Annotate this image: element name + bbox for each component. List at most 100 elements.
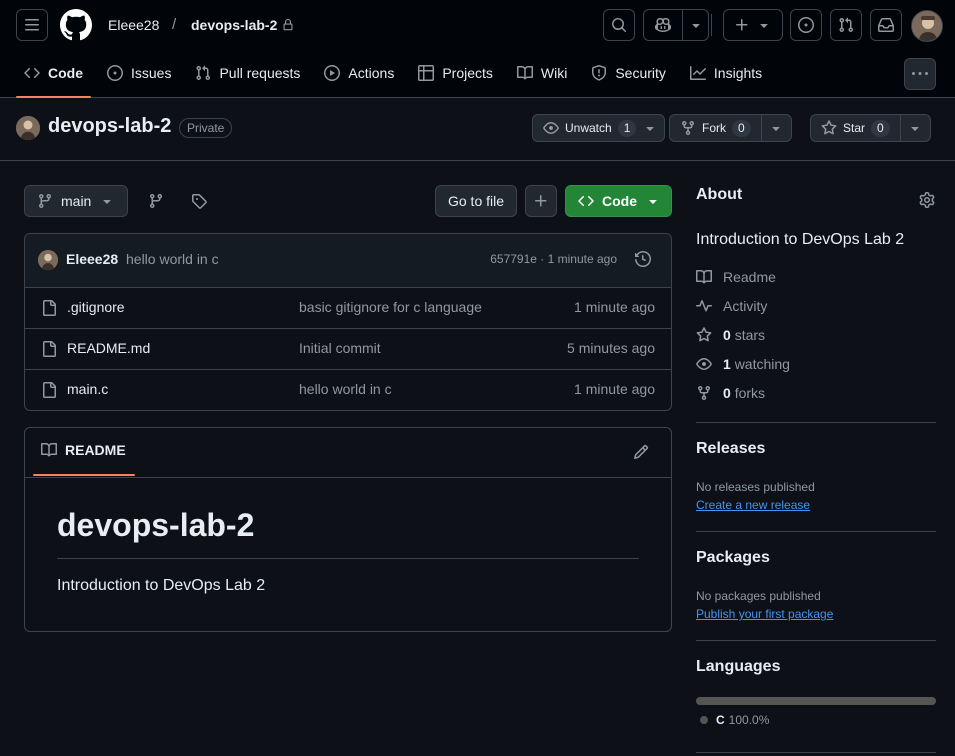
file-icon: [43, 382, 56, 398]
unwatch-button[interactable]: Unwatch 1: [532, 114, 666, 142]
forks-link[interactable]: 0 forks: [696, 385, 765, 401]
watch-count: 1: [617, 119, 637, 137]
tab-actions-label: Actions: [348, 65, 395, 81]
stars-count: 0: [723, 327, 731, 343]
copilot-icon: [655, 17, 671, 33]
star-icon: [696, 327, 712, 342]
sidebar-divider: [696, 531, 936, 532]
file-commit-message[interactable]: Initial commit: [299, 340, 381, 356]
fork-icon: [682, 121, 694, 136]
issues-button[interactable]: [790, 9, 822, 41]
tags-button[interactable]: [185, 185, 213, 217]
activity-link[interactable]: Activity: [696, 298, 767, 314]
file-commit-time: 1 minute ago: [574, 381, 655, 397]
search-button[interactable]: [603, 9, 635, 41]
tab-code[interactable]: Code: [16, 56, 91, 98]
fork-dropdown[interactable]: [760, 115, 791, 141]
tab-code-label: Code: [48, 65, 83, 81]
repo-title[interactable]: devops-lab-2: [48, 115, 171, 138]
file-name[interactable]: README.md: [67, 340, 150, 356]
language-percent: 100.0%: [728, 713, 770, 727]
menu-button[interactable]: [16, 9, 48, 41]
owner-avatar[interactable]: [16, 116, 40, 140]
file-name[interactable]: .gitignore: [67, 299, 125, 315]
file-row[interactable]: README.md Initial commit 5 minutes ago: [25, 329, 671, 370]
language-bar: [696, 697, 936, 705]
commit-meta[interactable]: 657791e · 1 minute ago: [490, 252, 617, 266]
file-name[interactable]: main.c: [67, 381, 108, 397]
commit-message[interactable]: hello world in c: [126, 251, 219, 267]
sidebar-divider: [696, 422, 936, 423]
watching-label: watching: [734, 356, 790, 372]
code-icon: [578, 195, 594, 207]
repo-nav-tabs: Code Issues Pull requests Actions Projec…: [16, 56, 778, 98]
readme-link[interactable]: Readme: [696, 269, 776, 285]
watching-link[interactable]: 1 watching: [696, 356, 790, 372]
edit-readme-button[interactable]: [633, 444, 649, 460]
go-to-file-button[interactable]: Go to file: [435, 185, 517, 217]
caret-down-icon: [772, 127, 780, 131]
packages-heading[interactable]: Packages: [696, 549, 770, 567]
commit-author-avatar[interactable]: [38, 250, 58, 270]
latest-commit-bar: Eleee28 hello world in c 657791e · 1 min…: [25, 234, 671, 288]
tag-icon: [192, 194, 207, 209]
publish-package-link[interactable]: Publish your first package: [696, 607, 833, 621]
stars-label: stars: [734, 327, 766, 343]
file-row[interactable]: main.c hello world in c 1 minute ago: [25, 370, 671, 410]
languages-title: Languages: [696, 658, 781, 675]
github-logo-icon[interactable]: [60, 9, 92, 41]
stars-link[interactable]: 0 stars: [696, 327, 765, 343]
tab-projects[interactable]: Projects: [410, 56, 501, 90]
branches-button[interactable]: [142, 185, 170, 217]
language-item[interactable]: C 100.0%: [700, 713, 769, 727]
tab-pull-requests[interactable]: Pull requests: [187, 56, 308, 90]
code-dropdown-button[interactable]: Code: [565, 185, 672, 217]
plus-icon: [736, 19, 748, 31]
tab-insights[interactable]: Insights: [682, 56, 770, 90]
star-button[interactable]: Star 0: [810, 114, 931, 142]
branch-selector[interactable]: main: [24, 185, 128, 217]
user-avatar[interactable]: [911, 10, 943, 42]
breadcrumb-repo[interactable]: devops-lab-2: [191, 17, 294, 33]
more-options-button[interactable]: [904, 58, 936, 90]
tab-issues[interactable]: Issues: [99, 56, 179, 90]
shield-icon: [592, 65, 607, 81]
gear-icon: [919, 192, 935, 208]
create-release-link[interactable]: Create a new release: [696, 498, 810, 512]
readme-divider: [57, 558, 639, 559]
branch-name: main: [61, 193, 92, 209]
edit-about-button[interactable]: [919, 192, 935, 208]
releases-heading[interactable]: Releases: [696, 440, 765, 458]
tab-security[interactable]: Security: [583, 56, 674, 90]
file-commit-message[interactable]: basic gitignore for c language: [299, 299, 482, 315]
readme-tab-underline: [33, 474, 135, 476]
star-count: 0: [871, 119, 890, 137]
repo-title-bar: devops-lab-2 Private Unwatch 1 Fork 0 St…: [0, 98, 955, 161]
fork-button[interactable]: Fork 0: [669, 114, 792, 142]
tab-wiki[interactable]: Wiki: [509, 56, 575, 90]
star-dropdown[interactable]: [899, 115, 930, 141]
commit-author[interactable]: Eleee28: [66, 251, 118, 267]
play-icon: [324, 65, 341, 81]
copilot-button[interactable]: [643, 9, 709, 41]
add-file-button[interactable]: [525, 185, 557, 217]
commit-history-button[interactable]: [635, 251, 651, 267]
packages-title: Packages: [696, 549, 770, 566]
fork-count: 0: [732, 119, 751, 137]
language-name: C: [716, 713, 725, 727]
create-new-button[interactable]: [723, 9, 783, 41]
avatar-image-icon: [912, 11, 942, 41]
file-row[interactable]: .gitignore basic gitignore for c languag…: [25, 288, 671, 329]
releases-empty-text: No releases published: [696, 480, 815, 494]
tab-actions[interactable]: Actions: [316, 56, 402, 90]
file-commit-message[interactable]: hello world in c: [299, 381, 392, 397]
inbox-icon: [878, 18, 894, 32]
pull-requests-button[interactable]: [830, 9, 862, 41]
tab-readme[interactable]: README: [41, 442, 126, 458]
sidebar-divider: [696, 640, 936, 641]
breadcrumb-owner[interactable]: Eleee28: [108, 17, 159, 33]
tab-issues-label: Issues: [131, 65, 172, 81]
avatar-image-icon: [16, 116, 40, 140]
inbox-button[interactable]: [870, 9, 902, 41]
repo-description: Introduction to DevOps Lab 2: [696, 231, 905, 248]
